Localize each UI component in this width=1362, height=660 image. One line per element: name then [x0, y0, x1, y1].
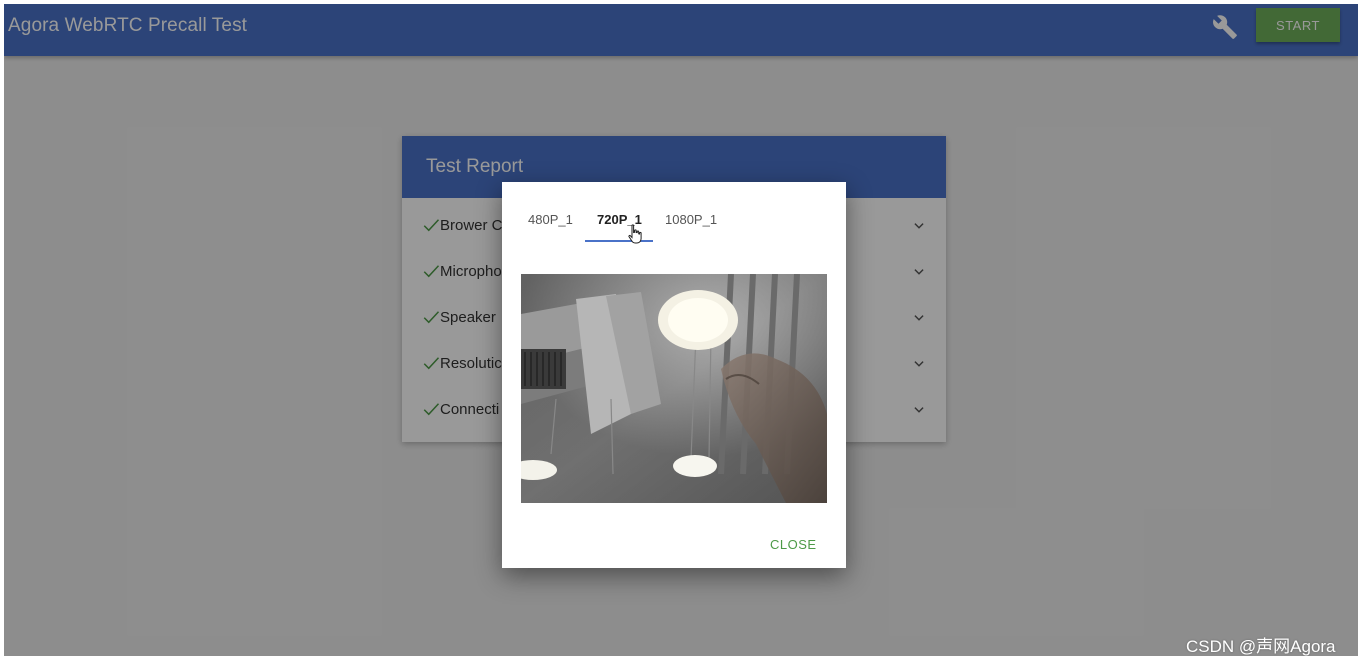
close-button[interactable]: CLOSE	[770, 537, 817, 552]
video-preview-dialog: 480P_1 720P_1 1080P_1 CLOSE	[502, 182, 846, 568]
resolution-tabs: 480P_1 720P_1 1080P_1	[502, 182, 846, 246]
camera-preview-video	[521, 274, 827, 503]
tab-1080p[interactable]: 1080P_1	[665, 212, 717, 227]
watermark: CSDN @声网Agora	[1186, 637, 1336, 656]
app-window: Agora WebRTC Precall Test START Test Rep…	[4, 4, 1358, 656]
hand-cursor-icon	[628, 224, 642, 244]
tab-480p[interactable]: 480P_1	[528, 212, 573, 227]
